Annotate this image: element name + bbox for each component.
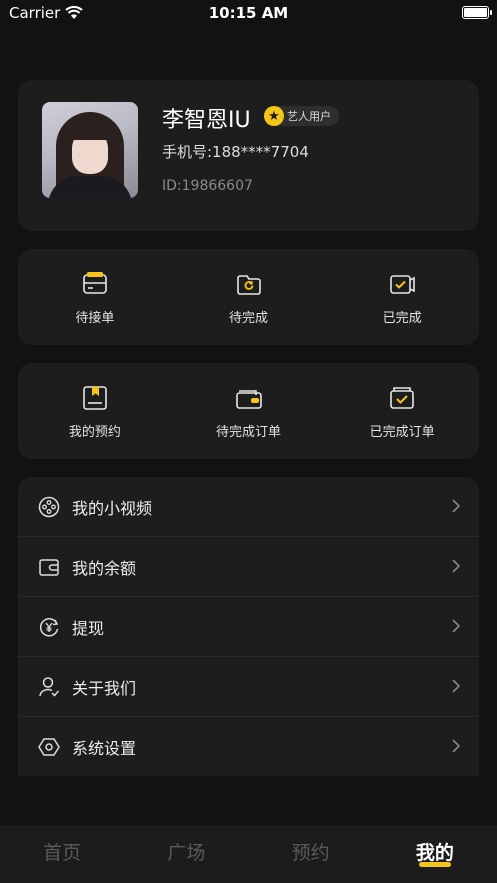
pending-orders[interactable]: 待完成订单 [172,363,326,459]
menu-label-settings: 系统设置 [72,739,137,758]
in-progress-icon [236,274,261,295]
menu-label-withdraw: 提现 [72,618,105,638]
wallet-icon [39,558,59,576]
chevron-right-icon [452,679,461,693]
chevron-right-icon [452,499,461,513]
clock: 10:15 AM [208,4,289,22]
order-in-progress[interactable]: 待完成 [172,249,326,345]
completed-orders[interactable]: 已完成订单 [325,363,479,459]
tab-home[interactable]: 首页 [0,825,124,883]
order-status-panel: 待接单 待完成 已完成 [18,249,479,345]
wallet-order-icon [235,389,262,409]
bottom-tab-bar: 首页 广场 预约 我的 [0,825,497,883]
my-booking-icon [83,385,107,410]
profile-card[interactable]: 李智恩IU ★ 艺人用户 手机号:188****7704 ID:19866607 [18,80,479,231]
order-in-progress-label: 待完成 [229,310,269,326]
profile-phone: 手机号:188****7704 [162,143,309,161]
profile-name: 李智恩IU [162,108,251,133]
profile-id: ID:19866607 [162,178,253,194]
completed-order-icon [390,386,414,409]
my-booking-label: 我的预约 [68,424,121,440]
video-reel-icon [38,496,60,517]
pending-orders-label: 待完成订单 [216,424,282,440]
chevron-right-icon [452,739,461,753]
settings-menu: 我的小视频 我的余额 提现 关于我们 系统设置 [18,477,479,776]
menu-item-videos[interactable]: 我的小视频 [18,477,479,537]
tab-booking[interactable]: 预约 [249,825,373,883]
menu-item-about[interactable]: 关于我们 [18,657,479,717]
star-icon: ★ [264,106,284,126]
tab-mine[interactable]: 我的 [373,825,497,883]
menu-item-balance[interactable]: 我的余额 [18,537,479,597]
chevron-right-icon [452,619,461,633]
user-type-badge: ★ 艺人用户 [264,106,339,126]
menu-label-balance: 我的余额 [72,558,137,578]
completed-icon [390,274,415,294]
pending-order-icon [83,271,107,294]
order-pending-label: 待接单 [75,310,115,326]
avatar[interactable] [42,102,138,198]
order-completed[interactable]: 已完成 [325,249,479,345]
chevron-right-icon [452,559,461,573]
menu-item-settings[interactable]: 系统设置 [18,717,479,777]
menu-label-videos: 我的小视频 [72,498,153,518]
booking-panel: 我的预约 待完成订单 已完成订单 [18,363,479,459]
withdraw-yen-icon [39,617,59,637]
status-bar: Carrier 10:15 AM [0,0,497,26]
settings-hexagon-icon [38,738,60,756]
tab-square[interactable]: 广场 [124,825,248,883]
order-completed-label: 已完成 [382,310,422,326]
battery-icon [462,6,492,19]
menu-label-about: 关于我们 [72,678,137,698]
menu-item-withdraw[interactable]: 提现 [18,597,479,657]
my-booking[interactable]: 我的预约 [18,363,172,459]
order-pending[interactable]: 待接单 [18,249,172,345]
user-check-icon [39,676,60,697]
badge-label: 艺人用户 [287,110,331,123]
completed-orders-label: 已完成订单 [369,424,435,440]
